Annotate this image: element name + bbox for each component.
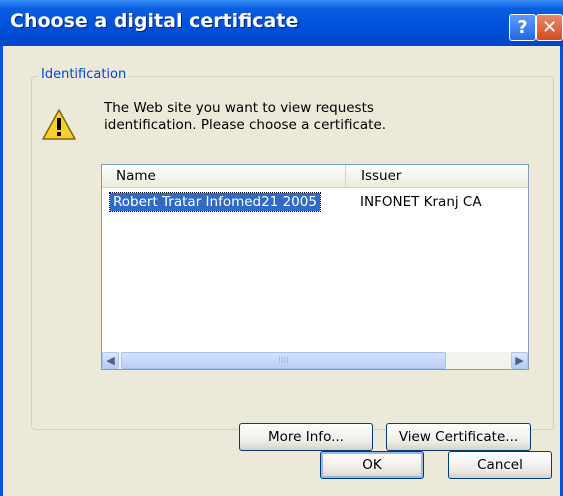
certificate-list[interactable]: Name Issuer Robert Tratar Infomed21 2005…	[101, 164, 529, 370]
grip-icon: IIII	[278, 355, 289, 366]
message-line-2: identification. Please choose a certific…	[104, 117, 387, 133]
dialog-body: Identification The Web site you want to …	[3, 46, 560, 496]
scroll-thumb[interactable]: IIII	[121, 352, 446, 369]
certificate-issuer: INFONET Kranj CA	[360, 194, 482, 210]
horizontal-scrollbar[interactable]: ◀ IIII ▶	[102, 352, 528, 369]
column-header-name[interactable]: Name	[102, 165, 346, 187]
window-title: Choose a digital certificate	[10, 10, 299, 32]
certificate-dialog: Choose a digital certificate ? ✕ Identif…	[0, 0, 563, 496]
scroll-right-button[interactable]: ▶	[511, 352, 528, 369]
list-header: Name Issuer	[102, 165, 528, 188]
help-button[interactable]: ?	[509, 14, 536, 41]
chevron-right-icon: ▶	[515, 354, 524, 367]
certificate-name[interactable]: Robert Tratar Infomed21 2005	[109, 192, 321, 212]
ok-button[interactable]: OK	[320, 451, 424, 479]
warning-icon	[42, 109, 76, 140]
column-header-issuer[interactable]: Issuer	[347, 165, 528, 187]
message-text: The Web site you want to view requests i…	[104, 100, 434, 134]
message-line-1: The Web site you want to view requests	[104, 100, 374, 116]
list-item[interactable]: Robert Tratar Infomed21 2005 INFONET Kra…	[102, 192, 528, 213]
close-button[interactable]: ✕	[536, 14, 563, 41]
more-info-button[interactable]: More Info...	[239, 423, 373, 451]
title-bar[interactable]: Choose a digital certificate ? ✕	[0, 0, 563, 46]
help-icon: ?	[517, 17, 528, 38]
close-icon: ✕	[541, 17, 558, 38]
chevron-left-icon: ◀	[106, 354, 115, 367]
cancel-button[interactable]: Cancel	[448, 451, 552, 479]
scroll-left-button[interactable]: ◀	[102, 352, 119, 369]
view-certificate-button[interactable]: View Certificate...	[386, 423, 531, 451]
group-label: Identification	[38, 67, 130, 82]
